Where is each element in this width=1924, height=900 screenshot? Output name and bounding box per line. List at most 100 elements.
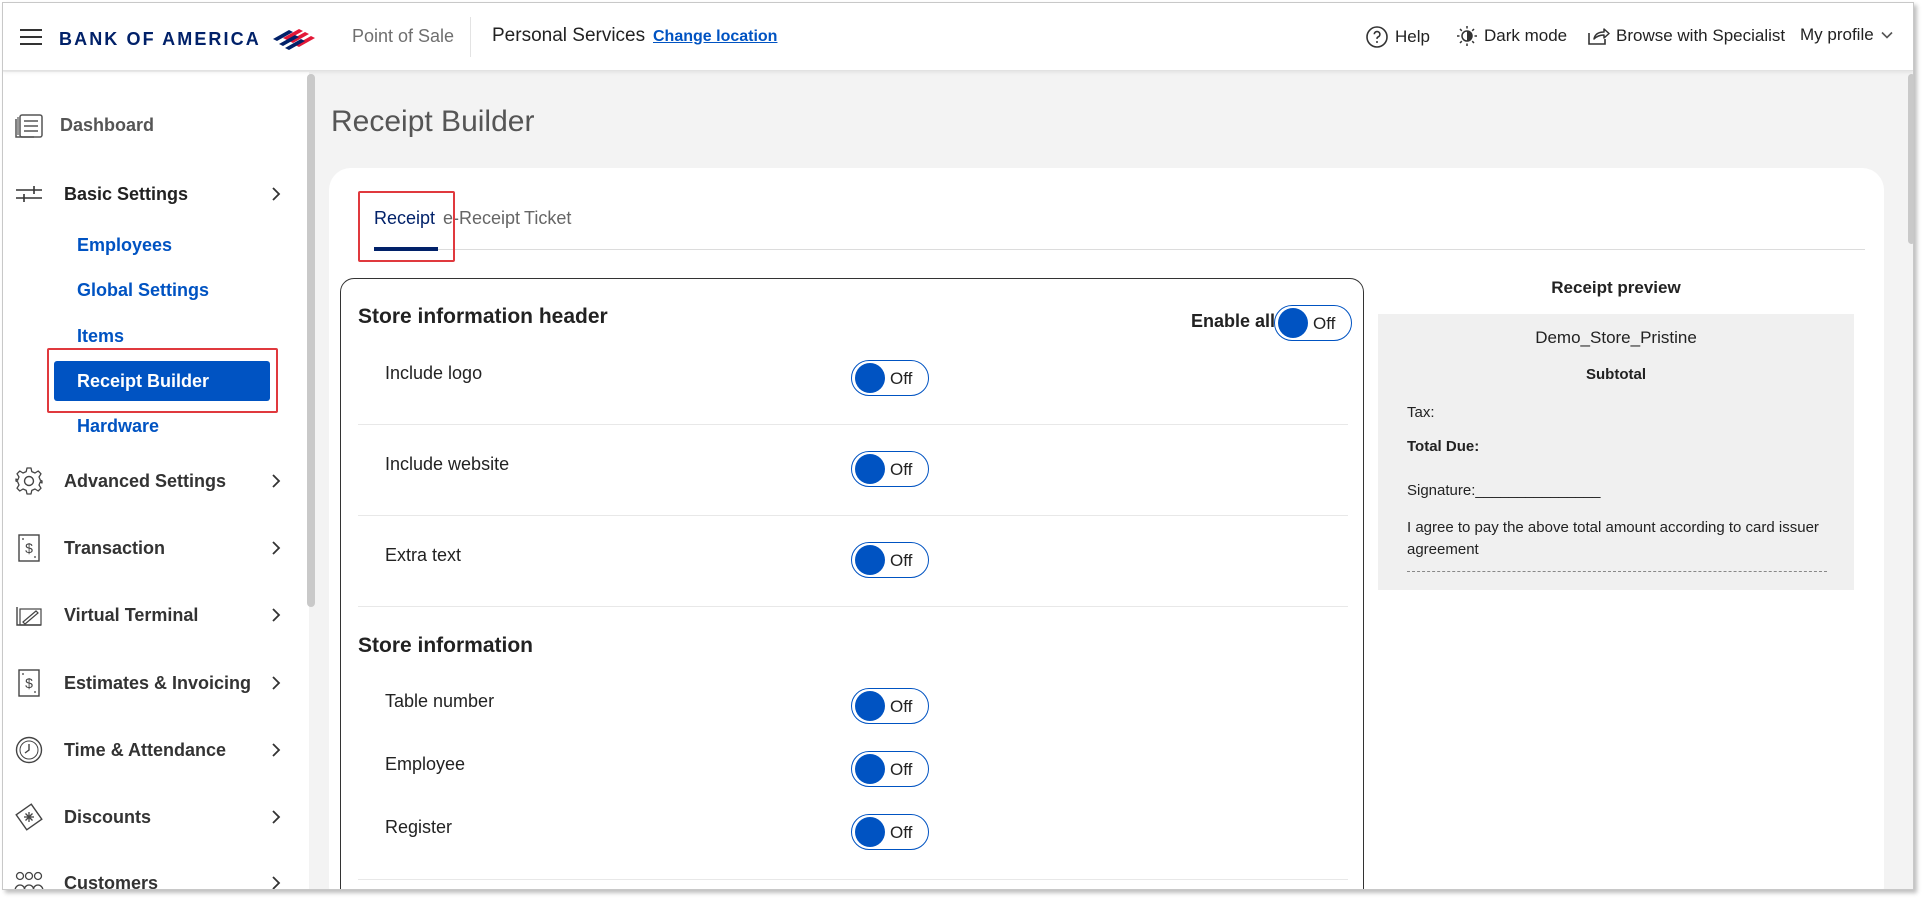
change-location-link[interactable]: Change location (653, 28, 777, 46)
row-divider (358, 424, 1348, 425)
brand-name: BANK OF AMERICA (59, 28, 261, 49)
clock-icon (13, 734, 45, 766)
extra-text-toggle[interactable]: Off (851, 542, 929, 578)
sidebar-label-advanced-settings: Advanced Settings (64, 470, 227, 491)
section-heading-store-information-header: Store information header (358, 305, 608, 328)
row-label-extra-text: Extra text (385, 545, 462, 565)
my-profile-menu[interactable]: My profile (1800, 25, 1894, 45)
sidebar-label-discounts: Discounts (64, 806, 152, 827)
svg-text:$: $ (25, 675, 33, 691)
sidebar: Dashboard Basic Settings Employees Globa… (3, 72, 309, 890)
row-label-register: Register (385, 817, 453, 837)
sidebar-subitem-global-settings[interactable]: Global Settings (77, 280, 209, 301)
sidebar-item-dashboard[interactable]: Dashboard (3, 99, 303, 151)
gear-icon (13, 465, 45, 497)
chevron-right-icon (272, 541, 281, 555)
browse-label: Browse with Specialist (1616, 26, 1786, 45)
include-website-toggle[interactable]: Off (851, 451, 929, 487)
brand-logo[interactable]: BANK OF AMERICA (59, 24, 317, 54)
include-logo-toggle[interactable]: Off (851, 360, 929, 396)
preview-store-name: Demo_Store_Pristine (1535, 328, 1697, 347)
sidebar-label-dashboard: Dashboard (60, 114, 155, 135)
chevron-right-icon (272, 676, 281, 690)
help-button[interactable]: Help (1365, 25, 1430, 49)
sidebar-item-basic-settings[interactable]: Basic Settings (3, 168, 303, 220)
toggle-knob (855, 363, 885, 393)
sidebar-subitem-employees[interactable]: Employees (77, 235, 172, 256)
header-divider (470, 17, 471, 57)
sidebar-item-customers[interactable]: Customers (3, 857, 303, 890)
location-name: Personal Services (492, 25, 646, 46)
top-bar: BANK OF AMERICA Point of Sale Personal S… (3, 3, 1913, 71)
help-icon (1366, 26, 1388, 48)
receipt-preview: Demo_Store_Pristine Subtotal Tax: Total … (1378, 314, 1854, 590)
toggle-knob (855, 754, 885, 784)
flag-logo-icon (272, 29, 315, 50)
sidebar-item-transaction[interactable]: $ Transaction (3, 522, 303, 574)
dark-mode-label: Dark mode (1484, 26, 1568, 45)
svg-text:$: $ (25, 540, 33, 556)
chevron-right-icon (272, 608, 281, 622)
preview-signature: Signature:_______________ (1407, 482, 1601, 499)
toggle-knob (1278, 308, 1308, 338)
terminal-pen-icon (13, 599, 45, 631)
toggle-knob (855, 454, 885, 484)
tab-bar: Receipt e-Receipt Ticket (374, 208, 1865, 250)
receipt-builder-card: Receipt e-Receipt Ticket Store informati… (329, 168, 1884, 889)
employee-toggle[interactable]: Off (851, 751, 929, 787)
share-screen-icon (1588, 28, 1610, 45)
sidebar-item-time-attendance[interactable]: Time & Attendance (3, 724, 303, 776)
preview-dashed-divider (1407, 571, 1827, 572)
sidebar-subitem-hardware[interactable]: Hardware (77, 416, 159, 437)
toggle-state: Off (890, 460, 913, 479)
app-name: Point of Sale (352, 26, 455, 46)
tab-ticket[interactable]: Ticket (524, 208, 571, 229)
toggle-knob (855, 817, 885, 847)
row-label-employee: Employee (385, 754, 466, 774)
people-group-icon (13, 867, 45, 889)
row-divider (358, 879, 1348, 880)
toggle-state: Off (890, 697, 913, 716)
main-scrollbar[interactable] (1908, 74, 1913, 244)
sidebar-item-discounts[interactable]: Discounts (3, 791, 303, 843)
register-toggle[interactable]: Off (851, 814, 929, 850)
sidebar-item-estimates-invoicing[interactable]: $ Estimates & Invoicing (3, 657, 303, 709)
sidebar-label-transaction: Transaction (64, 537, 166, 558)
sidebar-label-virtual-terminal: Virtual Terminal (64, 604, 199, 625)
dashboard-icon (13, 109, 45, 141)
discount-tag-icon (13, 801, 45, 833)
dark-mode-toggle[interactable]: Dark mode (1456, 25, 1567, 47)
sidebar-item-advanced-settings[interactable]: Advanced Settings (3, 455, 303, 507)
active-tab-indicator (374, 247, 438, 251)
browse-with-specialist-button[interactable]: Browse with Specialist (1586, 25, 1785, 47)
tab-receipt[interactable]: Receipt (374, 208, 435, 229)
section-heading-store-information: Store information (358, 634, 534, 657)
toggle-state: Off (890, 823, 913, 842)
row-label-include-website: Include website (385, 454, 510, 474)
row-label-table-number: Table number (385, 691, 495, 711)
sidebar-label-customers: Customers (64, 872, 159, 890)
preview-subtotal: Subtotal (1586, 366, 1646, 383)
sidebar-scrollbar[interactable] (307, 74, 315, 607)
sidebar-subitem-receipt-builder[interactable]: Receipt Builder (54, 361, 270, 401)
sidebar-label-time-attendance: Time & Attendance (64, 739, 227, 760)
enable-all-toggle[interactable]: Off (1274, 305, 1352, 341)
table-number-toggle[interactable]: Off (851, 688, 929, 724)
preview-agreement: I agree to pay the above total amount ac… (1407, 519, 1819, 558)
tab-e-receipt[interactable]: e-Receipt (443, 208, 520, 229)
toggle-knob (855, 545, 885, 575)
dollar-document-icon: $ (13, 532, 45, 564)
invoice-icon: $ (13, 667, 45, 699)
sidebar-item-virtual-terminal[interactable]: Virtual Terminal (3, 589, 303, 641)
toggle-state: Off (890, 760, 913, 779)
row-label-include-logo: Include logo (385, 363, 483, 383)
chevron-right-icon (272, 187, 281, 201)
help-label: Help (1395, 27, 1430, 46)
chevron-right-icon (272, 743, 281, 757)
sidebar-subitem-items[interactable]: Items (77, 326, 124, 347)
page-title: Receipt Builder (331, 105, 535, 138)
hamburger-menu-icon[interactable] (20, 29, 42, 45)
app-window: BANK OF AMERICA Point of Sale Personal S… (2, 2, 1914, 890)
row-divider (358, 606, 1348, 607)
toggle-state: Off (890, 369, 913, 388)
